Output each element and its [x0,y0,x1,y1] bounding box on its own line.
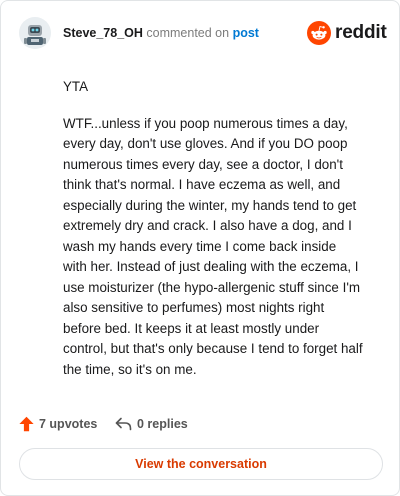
reddit-brand-link[interactable]: reddit [307,21,387,47]
comment-paragraph: YTA [63,79,89,94]
comment-embed-card: Steve_78_OH commented on post reddit YTA… [0,0,400,496]
reddit-snoo-icon [307,21,331,45]
comment-header: Steve_78_OH commented on post reddit [19,17,387,51]
byline: Steve_78_OH commented on post [63,26,259,40]
reply-arrow-icon [115,417,132,431]
byline-action-text: commented on [142,26,233,40]
upvote-button[interactable]: 7 upvotes [19,413,97,435]
post-link[interactable]: post [233,26,259,40]
upvote-count: 7 upvotes [39,417,98,431]
comment-paragraph: WTF...unless if you poop numerous times … [63,115,363,377]
replies-button[interactable]: 0 replies [115,413,188,435]
upvote-arrow-icon [19,416,34,432]
comment-body: YTA WTF...unless if you poop numerous ti… [63,77,363,396]
replies-count: 0 replies [137,417,188,431]
username-link[interactable]: Steve_78_OH [63,26,143,40]
comment-actions: 7 upvotes 0 replies [19,413,319,435]
view-conversation-button[interactable]: View the conversation [19,448,383,480]
reddit-wordmark: reddit [335,22,387,43]
robot-avatar-icon[interactable] [19,17,51,49]
